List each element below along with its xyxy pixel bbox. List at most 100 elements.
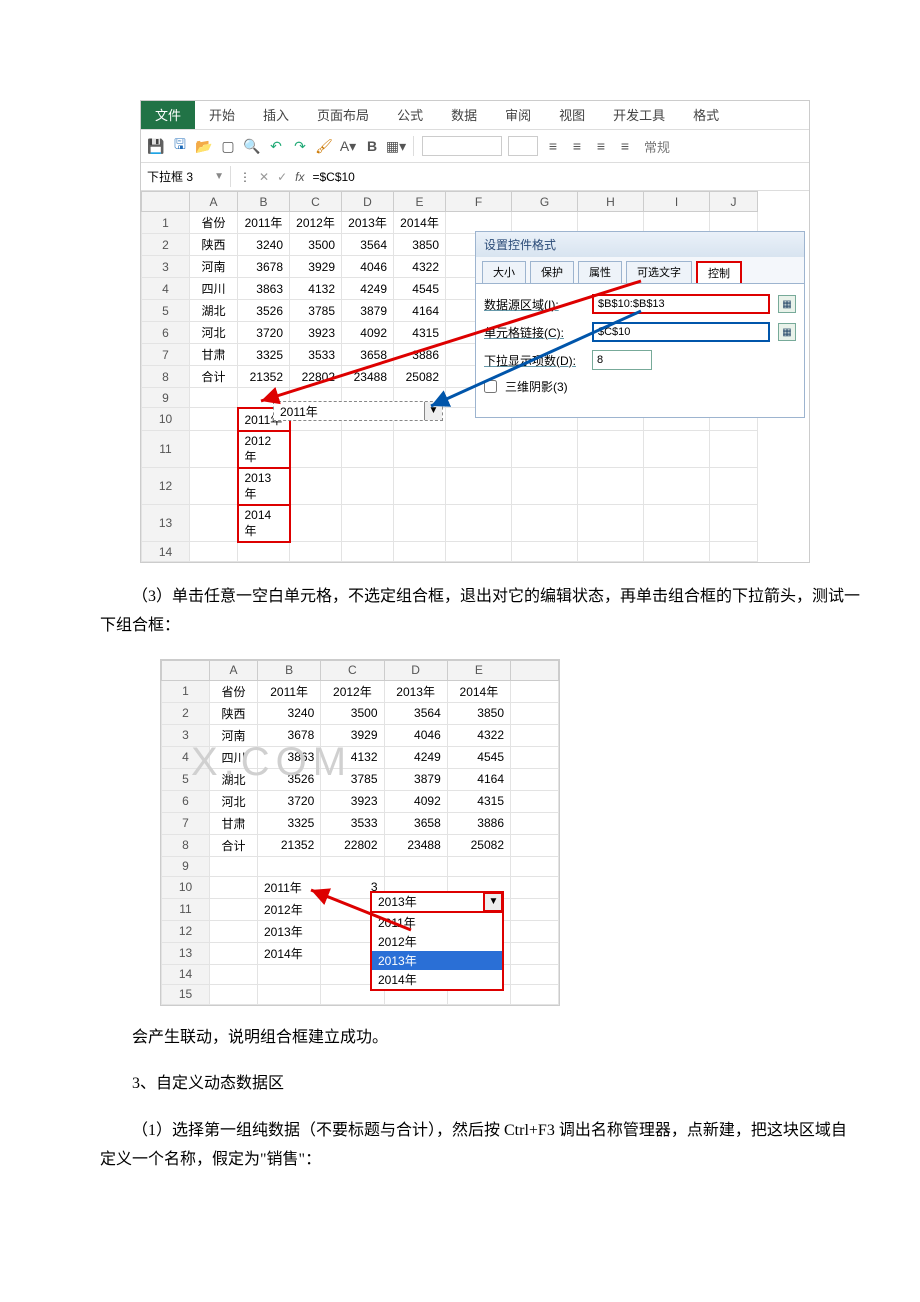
ribbon-tab-formula[interactable]: 公式 [383,101,437,129]
cell[interactable] [290,505,342,542]
cell[interactable]: 四川 [210,746,258,768]
dialog-tab-control[interactable]: 控制 [696,261,742,283]
cell[interactable] [210,942,258,964]
cell[interactable]: 2012年 [258,898,321,920]
cell[interactable]: 河南 [210,724,258,746]
cell[interactable]: 4545 [394,278,446,300]
cell[interactable]: 3886 [394,344,446,366]
cell[interactable] [710,505,758,542]
cell[interactable]: 4132 [321,746,384,768]
cell[interactable] [190,468,238,505]
ribbon-tab-dev[interactable]: 开发工具 [599,101,679,129]
chevron-down-icon[interactable]: ▼ [424,402,442,420]
cell[interactable] [578,542,644,562]
cell[interactable]: 3500 [321,702,384,724]
cell[interactable] [321,856,384,876]
ribbon-tab-data[interactable]: 数据 [437,101,491,129]
cell[interactable]: 3678 [258,724,321,746]
combo-dropdown-list[interactable]: 2011年 2012年 2013年 2014年 [371,912,503,990]
cell[interactable]: 2014年 [447,680,510,702]
open-icon[interactable]: 📂 [195,137,213,155]
cell[interactable]: 4046 [342,256,394,278]
cell[interactable]: 2013年 [238,468,290,505]
cell[interactable] [394,542,446,562]
cell[interactable]: 3658 [384,812,447,834]
cell[interactable]: 4164 [394,300,446,322]
col-header[interactable]: G [512,192,578,212]
row-header[interactable]: 2 [142,234,190,256]
combo-box-control[interactable]: 2011年 ▼ [273,401,443,421]
cell[interactable] [342,505,394,542]
cell[interactable] [710,468,758,505]
cell[interactable]: 25082 [447,834,510,856]
src-range-input[interactable]: $B$10:$B$13 [592,294,770,314]
cell[interactable]: 3325 [258,812,321,834]
col-header[interactable]: B [238,192,290,212]
cell[interactable]: 合计 [210,834,258,856]
col-header[interactable]: A [190,192,238,212]
align-center-icon[interactable]: ≡ [568,137,586,155]
cell-link-input[interactable]: $C$10 [592,322,770,342]
cell[interactable]: 甘肃 [210,812,258,834]
row-header[interactable]: 1 [142,212,190,234]
col-header[interactable]: I [644,192,710,212]
cell[interactable]: 3678 [238,256,290,278]
cell[interactable] [446,505,512,542]
row-header[interactable]: 3 [162,724,210,746]
combo-option-selected[interactable]: 2013年 [372,951,502,970]
cell[interactable] [190,505,238,542]
cell[interactable]: 3886 [447,812,510,834]
save-icon[interactable]: 💾 [147,137,165,155]
cell[interactable] [578,505,644,542]
cell[interactable] [578,431,644,468]
dialog-tab-props[interactable]: 属性 [578,261,622,283]
cell[interactable]: 3929 [290,256,342,278]
col-header[interactable]: A [210,660,258,680]
cell[interactable]: 25082 [394,366,446,388]
cell[interactable] [384,856,447,876]
cell[interactable]: 2013年 [384,680,447,702]
chevron-down-icon[interactable]: ▼ [484,893,502,911]
col-header[interactable]: F [446,192,512,212]
cell[interactable]: 3526 [238,300,290,322]
cell[interactable]: 3923 [290,322,342,344]
cell[interactable]: 3564 [384,702,447,724]
cell[interactable] [512,468,578,505]
fx-icon[interactable]: fx [295,170,304,184]
cell[interactable] [710,431,758,468]
combo-option[interactable]: 2014年 [372,970,502,989]
cell[interactable]: 陕西 [210,702,258,724]
cell[interactable] [644,431,710,468]
cell[interactable] [290,542,342,562]
cell[interactable] [512,431,578,468]
name-box[interactable]: 下拉框 3 ▼ [141,166,231,187]
row-header[interactable]: 8 [142,366,190,388]
col-header[interactable]: H [578,192,644,212]
paint-icon[interactable]: 🖌 [315,137,333,155]
row-header[interactable]: 8 [162,834,210,856]
cell[interactable]: 2012年 [238,431,290,468]
redo-icon[interactable]: ↷ [291,137,309,155]
cell[interactable]: 21352 [238,366,290,388]
row-header[interactable]: 7 [162,812,210,834]
cell[interactable] [446,542,512,562]
cell[interactable]: 省份 [190,212,238,234]
cell[interactable]: 湖北 [190,300,238,322]
cell[interactable]: 2011年 [258,680,321,702]
new-icon[interactable]: ▢ [219,137,237,155]
cell[interactable]: 3500 [290,234,342,256]
cell[interactable] [210,876,258,898]
cell[interactable]: 3785 [321,768,384,790]
cell[interactable]: 22802 [321,834,384,856]
number-format-label[interactable]: 常规 [640,137,670,156]
cell[interactable] [446,431,512,468]
combo-option[interactable]: 2011年 [372,913,502,932]
cell[interactable]: 22802 [290,366,342,388]
cell[interactable] [210,856,258,876]
row-header[interactable]: 12 [142,468,190,505]
cell[interactable]: 3850 [447,702,510,724]
cell[interactable]: 4322 [394,256,446,278]
cell[interactable]: 21352 [258,834,321,856]
row-header[interactable]: 2 [162,702,210,724]
col-header[interactable]: D [384,660,447,680]
